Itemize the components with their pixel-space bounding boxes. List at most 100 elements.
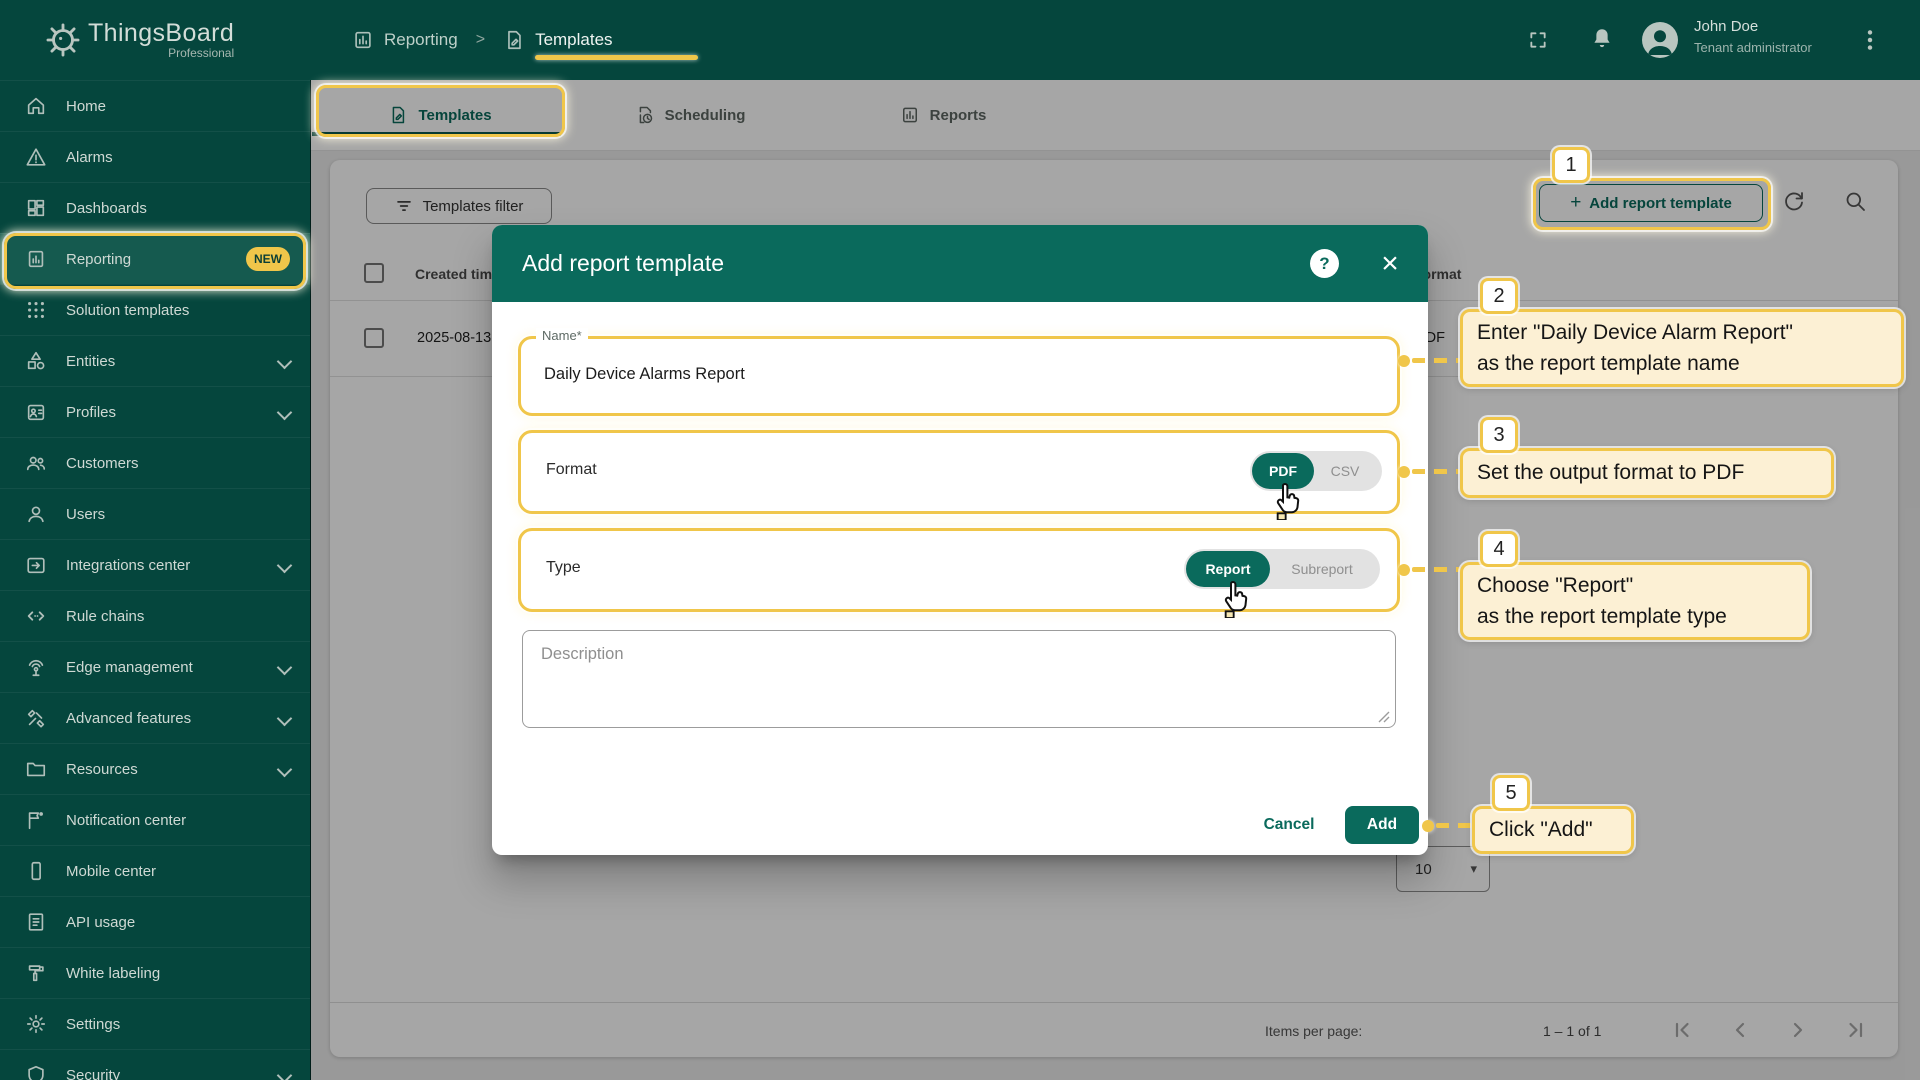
sidebar-item-white-labeling[interactable]: White labeling: [0, 947, 310, 998]
sidebar-item-api-usage[interactable]: API usage: [0, 896, 310, 947]
breadcrumb: Reporting > Templates: [352, 0, 613, 80]
sidebar-item-reporting[interactable]: Reporting NEW: [0, 233, 310, 284]
sidebar-item-label: White labeling: [66, 964, 161, 982]
security-icon: [25, 1064, 47, 1080]
sidebar-item-label: Advanced features: [66, 709, 192, 727]
avatar-person-icon: [1642, 22, 1678, 58]
callout-text: Choose "Report": [1477, 574, 1634, 597]
connector-dash: [1436, 823, 1472, 828]
format-option-pdf[interactable]: PDF: [1252, 453, 1314, 489]
callout-text: Click "Add": [1489, 818, 1593, 841]
sidebar-item-label: Alarms: [66, 148, 113, 166]
new-badge: NEW: [246, 247, 290, 271]
step-badge-4: 4: [1480, 531, 1518, 567]
sidebar-item-dashboards[interactable]: Dashboards: [0, 182, 310, 233]
breadcrumb-templates[interactable]: Templates: [535, 30, 612, 50]
app-title: ThingsBoard: [88, 19, 235, 47]
step-badge-3: 3: [1480, 417, 1518, 453]
type-option-subreport[interactable]: Subreport: [1272, 551, 1372, 587]
sidebar-item-alarms[interactable]: Alarms: [0, 131, 310, 182]
sidebar-item-profiles[interactable]: Profiles: [0, 386, 310, 437]
description-field[interactable]: [522, 630, 1396, 728]
alarms-icon: [25, 146, 47, 168]
callout-text: as the report template type: [1477, 605, 1727, 628]
chevron-down-icon: [276, 353, 293, 370]
sidebar-item-customers[interactable]: Customers: [0, 437, 310, 488]
breadcrumb-reporting[interactable]: Reporting: [384, 30, 458, 50]
dashboards-icon: [25, 197, 47, 219]
callout-text: as the report template name: [1477, 352, 1740, 375]
sidebar-item-label: Edge management: [66, 658, 193, 676]
sidebar-item-users[interactable]: Users: [0, 488, 310, 539]
white-labeling-icon: [25, 962, 47, 984]
sidebar-item-edge-management[interactable]: Edge management: [0, 641, 310, 692]
connector-dot: [1398, 355, 1410, 367]
type-option-report[interactable]: Report: [1186, 551, 1270, 587]
sidebar-item-settings[interactable]: Settings: [0, 998, 310, 1049]
resources-icon: [25, 758, 47, 780]
cancel-button[interactable]: Cancel: [1254, 806, 1324, 844]
rule-chains-icon: [25, 605, 47, 627]
name-field[interactable]: [542, 353, 1346, 395]
customers-icon: [25, 452, 47, 474]
sidebar-item-label: Profiles: [66, 403, 117, 421]
chevron-down-icon: [276, 659, 293, 676]
top-header: ThingsBoard Professional Reporting > Tem…: [0, 0, 1920, 80]
users-icon: [25, 503, 47, 525]
more-options-kebab-icon[interactable]: [1856, 26, 1884, 54]
sidebar-item-label: Notification center: [66, 811, 187, 829]
mobile-center-icon: [25, 860, 47, 882]
close-icon[interactable]: ×: [1370, 242, 1410, 286]
step-callout-5: 5 Click "Add": [1472, 775, 1634, 854]
sidebar-item-advanced-features[interactable]: Advanced features: [0, 692, 310, 743]
edge-management-icon: [25, 656, 47, 678]
sidebar-item-mobile-center[interactable]: Mobile center: [0, 845, 310, 896]
callout-text: Enter "Daily Device Alarm Report": [1477, 321, 1794, 344]
templates-breadcrumb-icon: [503, 29, 525, 51]
sidebar-item-integrations-center[interactable]: Integrations center: [0, 539, 310, 590]
user-avatar[interactable]: [1642, 22, 1678, 58]
type-toggle: Report Subreport: [1184, 549, 1380, 589]
step-callout-3: 3 Set the output format to PDF: [1460, 417, 1834, 498]
sidebar-item-label: Users: [66, 505, 106, 523]
sidebar-nav: Home Alarms Dashboards Reporting NEW Solution…: [0, 80, 311, 1080]
add-report-template-dialog: Add report template ? × Format PDF CSV T…: [492, 225, 1428, 855]
dialog-header: Add report template ? ×: [492, 225, 1428, 302]
notifications-bell-icon[interactable]: [1589, 26, 1615, 52]
sidebar-item-notification-center[interactable]: Notification center: [0, 794, 310, 845]
connector-dot: [1398, 466, 1410, 478]
solution-templates-icon: [25, 299, 47, 321]
sidebar-item-solution-templates[interactable]: Solution templates: [0, 284, 310, 335]
sidebar-item-label: Resources: [66, 760, 138, 778]
dialog-title: Add report template: [522, 250, 725, 276]
step-badge-5: 5: [1492, 775, 1530, 811]
sidebar-item-security[interactable]: Security: [0, 1049, 310, 1080]
sidebar-item-home[interactable]: Home: [0, 80, 310, 131]
step-badge-2: 2: [1480, 278, 1518, 314]
add-button[interactable]: Add: [1345, 806, 1419, 844]
advanced-features-icon: [25, 707, 47, 729]
help-icon[interactable]: ?: [1310, 249, 1339, 278]
chevron-down-icon: [276, 710, 293, 727]
breadcrumb-separator: >: [475, 31, 486, 48]
fullscreen-icon[interactable]: [1528, 30, 1548, 50]
sidebar-item-resources[interactable]: Resources: [0, 743, 310, 794]
thingsboard-logo-icon: [44, 21, 82, 59]
sidebar-item-label: Reporting: [66, 250, 132, 268]
sidebar-item-label: Solution templates: [66, 301, 190, 319]
sidebar-item-rule-chains[interactable]: Rule chains: [0, 590, 310, 641]
notification-center-icon: [25, 809, 47, 831]
format-option-csv[interactable]: CSV: [1316, 453, 1374, 489]
chevron-down-icon: [276, 761, 293, 778]
type-label: Type: [546, 559, 581, 576]
sidebar-item-label: Dashboards: [66, 199, 147, 217]
app-edition: Professional: [168, 46, 235, 60]
connector-dash: [1412, 469, 1460, 474]
user-name: John Doe: [1694, 18, 1759, 35]
sidebar-item-label: Integrations center: [66, 556, 191, 574]
chevron-down-icon: [276, 1067, 293, 1080]
api-usage-icon: [25, 911, 47, 933]
sidebar-item-entities[interactable]: Entities: [0, 335, 310, 386]
user-role: Tenant administrator: [1694, 40, 1812, 55]
sidebar-item-label: Security: [66, 1066, 121, 1080]
